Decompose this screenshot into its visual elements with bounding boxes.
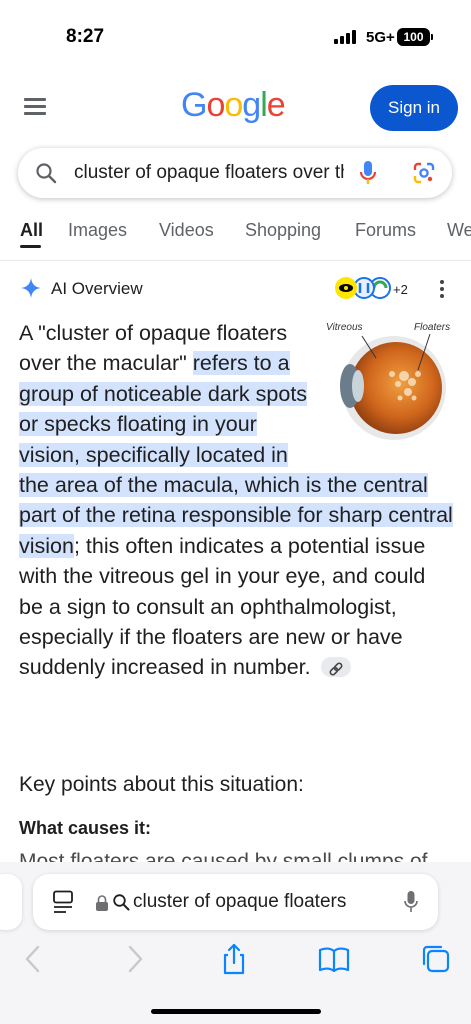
ai-overview-title: AI Overview bbox=[51, 279, 143, 298]
status-time: 8:27 bbox=[66, 26, 105, 47]
eye-floaters-illustration[interactable]: Vitreous Floaters bbox=[322, 318, 460, 448]
battery-nub bbox=[431, 34, 433, 40]
address-text[interactable]: cluster of opaque floaters bbox=[133, 891, 389, 913]
mic-icon[interactable] bbox=[358, 160, 378, 186]
eye-diagram-image: Vitreous Floaters bbox=[326, 322, 450, 440]
tab-shopping[interactable]: Shopping bbox=[245, 220, 321, 241]
more-options-icon[interactable] bbox=[440, 280, 444, 298]
logo-letter: G bbox=[181, 86, 207, 124]
search-box[interactable]: cluster of opaque floaters over the macu… bbox=[18, 148, 452, 198]
ai-sparkle-icon bbox=[21, 278, 41, 298]
search-tabs: All Images Videos Shopping Forums Web bbox=[0, 214, 471, 248]
home-indicator[interactable] bbox=[151, 1009, 321, 1014]
forward-arrow-icon[interactable] bbox=[118, 942, 152, 976]
what-causes-heading: What causes it: bbox=[19, 818, 152, 838]
cellular-signal-icon bbox=[334, 30, 358, 44]
back-arrow-icon[interactable] bbox=[16, 942, 50, 976]
network-type: 5G+ bbox=[366, 29, 395, 46]
status-bar: 8:27 5G+ 100 bbox=[0, 0, 471, 70]
key-points-heading: Key points about this situation: bbox=[19, 773, 304, 796]
battery-level: 100 bbox=[403, 30, 424, 44]
tabs-icon[interactable] bbox=[419, 942, 453, 976]
mic-icon[interactable] bbox=[403, 890, 419, 914]
search-icon bbox=[113, 894, 130, 911]
overview-text-rest: ; this often indicates a potential issue… bbox=[19, 533, 426, 680]
tab-images[interactable]: Images bbox=[68, 220, 127, 241]
logo-letter: g bbox=[242, 86, 261, 124]
figure-label-floaters: Floaters bbox=[414, 322, 450, 333]
bookmarks-icon[interactable] bbox=[317, 942, 351, 976]
battery-icon: 100 bbox=[397, 28, 430, 46]
logo-letter: e bbox=[266, 86, 286, 124]
share-icon[interactable] bbox=[217, 942, 251, 976]
google-lens-icon[interactable] bbox=[412, 161, 436, 185]
divider bbox=[0, 260, 471, 261]
tab-videos[interactable]: Videos bbox=[159, 220, 214, 241]
cut-off-text: Most floaters are caused by small clumps… bbox=[19, 848, 449, 862]
tab-all[interactable]: All bbox=[20, 220, 43, 241]
search-input[interactable]: cluster of opaque floaters over the macu… bbox=[74, 162, 344, 184]
search-icon bbox=[36, 163, 57, 184]
more-sources-count[interactable]: +2 bbox=[393, 282, 408, 297]
tab-web[interactable]: Web bbox=[447, 220, 471, 241]
ai-overview-text: Vitreous Floaters A "cluster of opaque f… bbox=[19, 318, 455, 683]
lock-icon bbox=[96, 895, 108, 911]
figure-label-vitreous: Vitreous bbox=[326, 322, 363, 333]
source-favicons[interactable] bbox=[334, 275, 396, 301]
tab-forums[interactable]: Forums bbox=[355, 220, 416, 241]
logo-letter: o bbox=[224, 86, 243, 124]
active-tab-indicator bbox=[20, 245, 41, 248]
address-bar[interactable]: cluster of opaque floaters bbox=[33, 874, 438, 930]
sign-in-button[interactable]: Sign in bbox=[370, 85, 458, 131]
source-link-button[interactable] bbox=[320, 656, 351, 677]
reader-mode-icon[interactable] bbox=[52, 890, 74, 914]
previous-tab-preview[interactable] bbox=[0, 874, 22, 930]
google-logo[interactable]: Google bbox=[181, 86, 286, 125]
browser-toolbar: cluster of opaque floaters bbox=[0, 862, 471, 1024]
link-icon bbox=[329, 662, 343, 676]
hamburger-menu-icon[interactable] bbox=[24, 98, 46, 116]
cut-off-line: Most floaters are caused by small clumps… bbox=[19, 850, 428, 862]
logo-letter: o bbox=[206, 86, 225, 124]
